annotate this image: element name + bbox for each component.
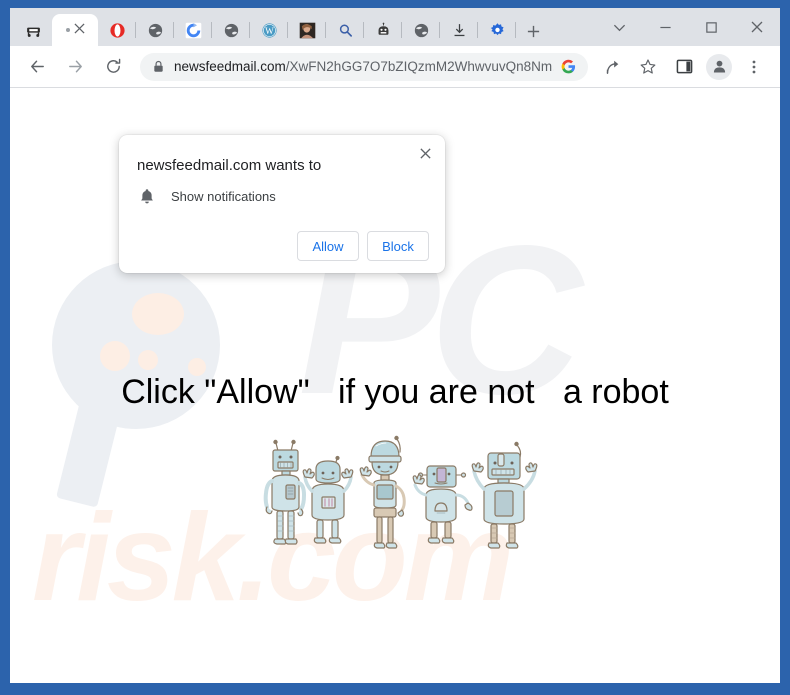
toolbar-right-actions	[594, 52, 772, 82]
forward-button[interactable]	[60, 52, 90, 82]
opera-icon	[109, 22, 126, 39]
allow-button[interactable]: Allow	[297, 231, 359, 261]
block-button[interactable]: Block	[367, 231, 429, 261]
url-domain: newsfeedmail.com	[174, 59, 286, 74]
gear-icon	[489, 22, 506, 39]
watermark-dot	[100, 341, 130, 371]
download-icon	[451, 22, 468, 39]
wordpress-icon: W	[261, 22, 278, 39]
url-text: newsfeedmail.com/XwFN2hGG7O7bZIQzmM2Whwv…	[174, 59, 554, 74]
bookmark-button[interactable]	[633, 52, 663, 82]
pinned-tab-wordpress[interactable]: W	[250, 14, 288, 46]
pinned-tab-download[interactable]	[440, 14, 478, 46]
dialog-title: newsfeedmail.com wants to	[137, 157, 322, 174]
browser-toolbar: newsfeedmail.com/XwFN2hGG7O7bZIQzmM2Whwv…	[10, 46, 780, 88]
minimize-icon	[659, 26, 671, 28]
maximize-icon	[705, 21, 717, 33]
share-button[interactable]	[597, 52, 627, 82]
profile-avatar[interactable]	[706, 53, 732, 80]
maximize-button[interactable]	[688, 8, 734, 46]
globe-icon	[413, 22, 430, 39]
robot-3	[359, 435, 406, 549]
pinned-tab-sync[interactable]	[174, 14, 212, 46]
globe-icon	[147, 22, 164, 39]
active-tab[interactable]	[52, 14, 98, 46]
close-icon[interactable]	[73, 21, 85, 39]
chrome-sync-icon	[185, 22, 202, 39]
share-icon	[606, 60, 619, 74]
more-menu-button[interactable]	[739, 52, 769, 82]
close-icon	[751, 21, 763, 33]
profile-avatar-icon	[713, 60, 725, 73]
search-icon	[337, 22, 354, 39]
bench-icon	[25, 22, 42, 39]
globe-icon	[223, 22, 240, 39]
pinned-tab-globe-3[interactable]	[402, 14, 440, 46]
plus-icon	[527, 25, 539, 37]
close-window-button[interactable]	[734, 8, 780, 46]
dialog-actions: Allow Block	[135, 231, 429, 261]
pinned-tab-opera[interactable]	[98, 14, 136, 46]
minimize-button[interactable]	[642, 8, 688, 46]
dialog-close-button[interactable]	[413, 141, 437, 165]
pinned-tab-globe-2[interactable]	[212, 14, 250, 46]
chevron-down-icon	[613, 24, 625, 31]
url-path: /XwFN2hGG7O7bZIQzmM2WhwvuvQn8Nm…	[285, 59, 554, 74]
notification-permission-dialog: newsfeedmail.com wants to Show notificat…	[119, 135, 445, 273]
pinned-tab-bench[interactable]	[14, 14, 52, 46]
arrow-right-icon	[68, 60, 82, 73]
lock-icon[interactable]	[152, 60, 165, 73]
robot-2	[302, 455, 354, 544]
svg-text:W: W	[265, 26, 274, 36]
watermark-dot	[138, 350, 158, 370]
google-icon[interactable]	[558, 57, 578, 77]
robot-5	[471, 441, 538, 549]
photo-thumbnail-icon	[299, 22, 316, 39]
permission-row: Show notifications	[139, 188, 429, 205]
reload-icon	[106, 58, 120, 73]
tab-favicon	[65, 28, 70, 32]
page-headline: Click "Allow" if you are not a robot	[121, 373, 669, 411]
back-button[interactable]	[22, 52, 52, 82]
pinned-tab-robot[interactable]	[364, 14, 402, 46]
window-controls	[596, 8, 780, 46]
pinned-tab-globe-1[interactable]	[136, 14, 174, 46]
robots-illustration	[263, 435, 538, 549]
pinned-tab-settings[interactable]	[478, 14, 516, 46]
pinned-tab-photo[interactable]	[288, 14, 326, 46]
more-menu-icon	[752, 60, 756, 73]
robot-icon	[375, 22, 392, 39]
permission-label: Show notifications	[171, 189, 276, 204]
browser-window-frame: W newsfeedmail.com/XwFN2hGG7O7bZIQzmM2Wh…	[0, 0, 790, 695]
pinned-tab-search[interactable]	[326, 14, 364, 46]
close-icon	[419, 147, 431, 159]
page-viewport: PC risk.com Click "Allow" if you are not…	[10, 88, 780, 683]
reload-button[interactable]	[98, 52, 128, 82]
tab-strip: W	[10, 8, 780, 46]
side-panel-icon	[676, 59, 692, 74]
robot-1	[263, 439, 306, 545]
bookmark-star-icon	[640, 58, 656, 74]
robot-4	[412, 465, 473, 544]
new-tab-button[interactable]	[516, 16, 550, 46]
tab-search-button[interactable]	[596, 8, 642, 46]
bell-icon	[139, 188, 155, 205]
side-panel-button[interactable]	[669, 52, 699, 82]
address-bar[interactable]: newsfeedmail.com/XwFN2hGG7O7bZIQzmM2Whwv…	[140, 52, 588, 81]
browser-chrome: W newsfeedmail.com/XwFN2hGG7O7bZIQzmM2Wh…	[10, 8, 780, 683]
watermark-dot	[132, 293, 184, 335]
arrow-left-icon	[30, 60, 44, 73]
